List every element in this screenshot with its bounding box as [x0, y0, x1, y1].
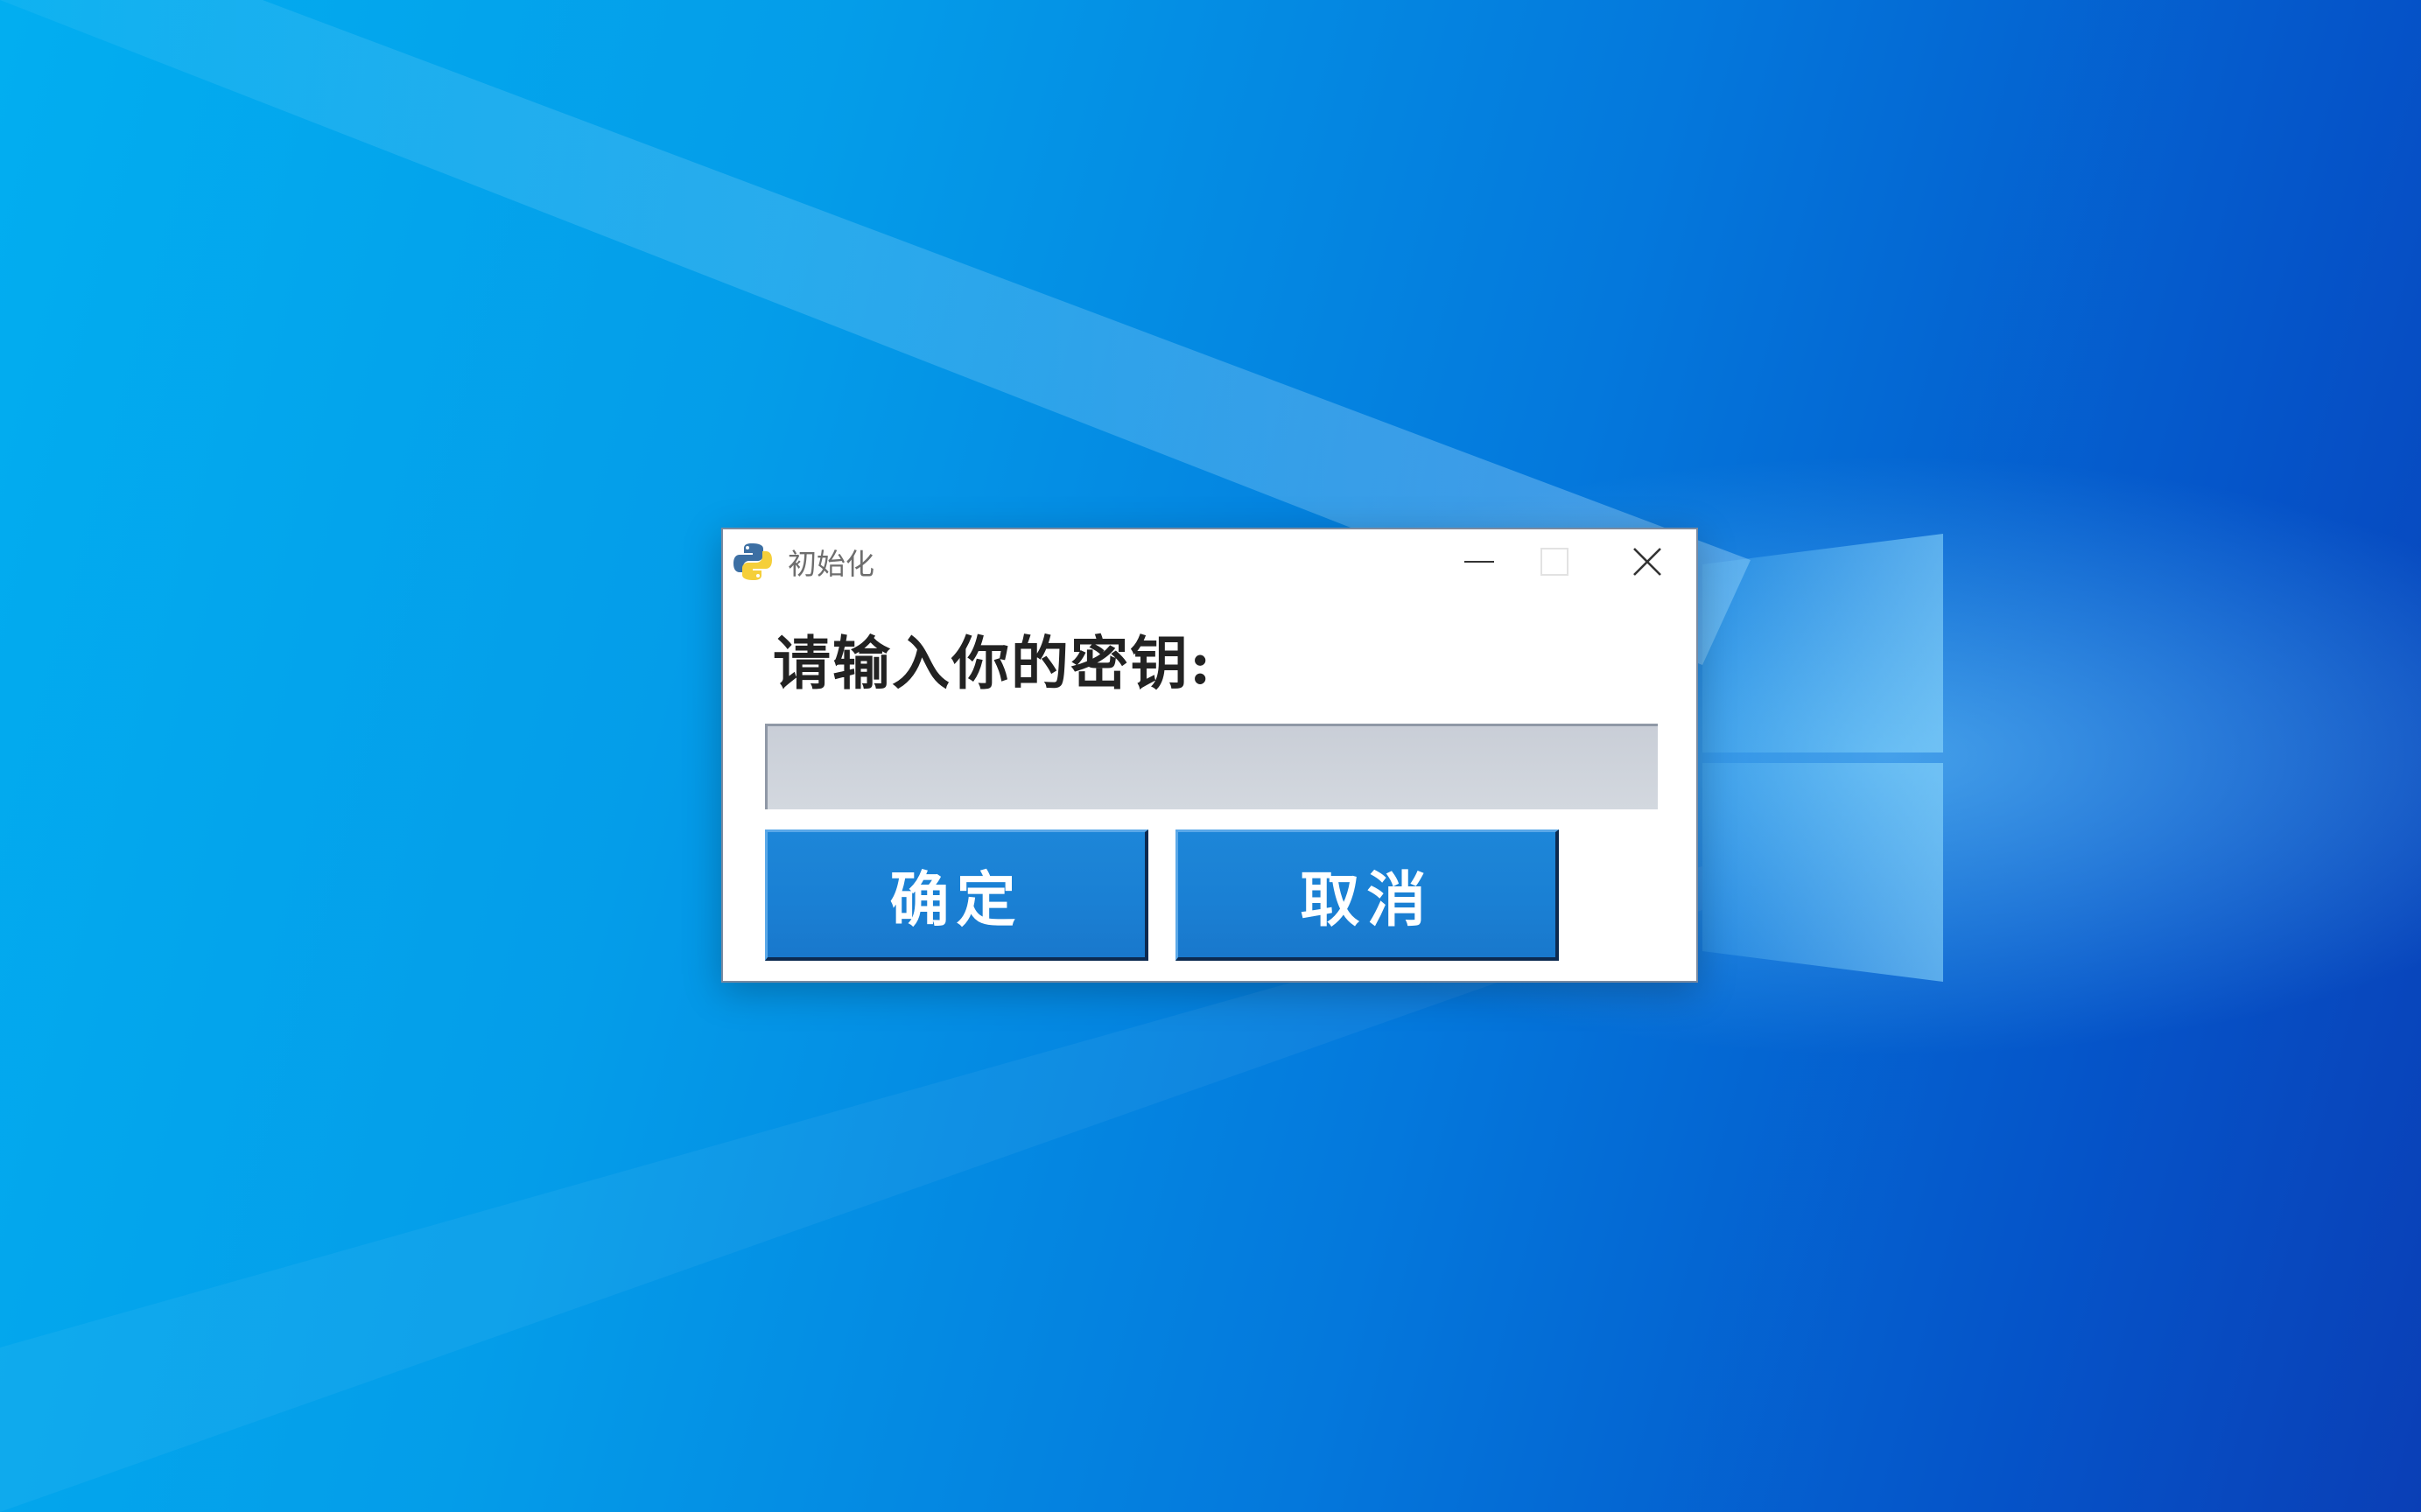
init-dialog: 初始化 请输入你的密钥: 确定 取消 — [721, 528, 1698, 983]
close-icon — [1633, 548, 1661, 576]
maximize-button — [1511, 529, 1598, 594]
key-input[interactable] — [765, 724, 1658, 809]
maximize-icon — [1540, 548, 1568, 576]
title-bar[interactable]: 初始化 — [723, 529, 1696, 594]
windows-logo-pane-bottom — [1702, 763, 1943, 982]
confirm-button[interactable]: 确定 — [765, 830, 1148, 961]
python-icon — [733, 543, 772, 580]
cancel-button[interactable]: 取消 — [1175, 830, 1559, 961]
windows-logo-pane-top — [1702, 534, 1943, 752]
close-button[interactable] — [1598, 529, 1696, 594]
window-title: 初始化 — [788, 547, 874, 581]
minimize-icon — [1464, 561, 1494, 563]
key-prompt-label: 请输入你的密钥: — [773, 629, 1213, 697]
